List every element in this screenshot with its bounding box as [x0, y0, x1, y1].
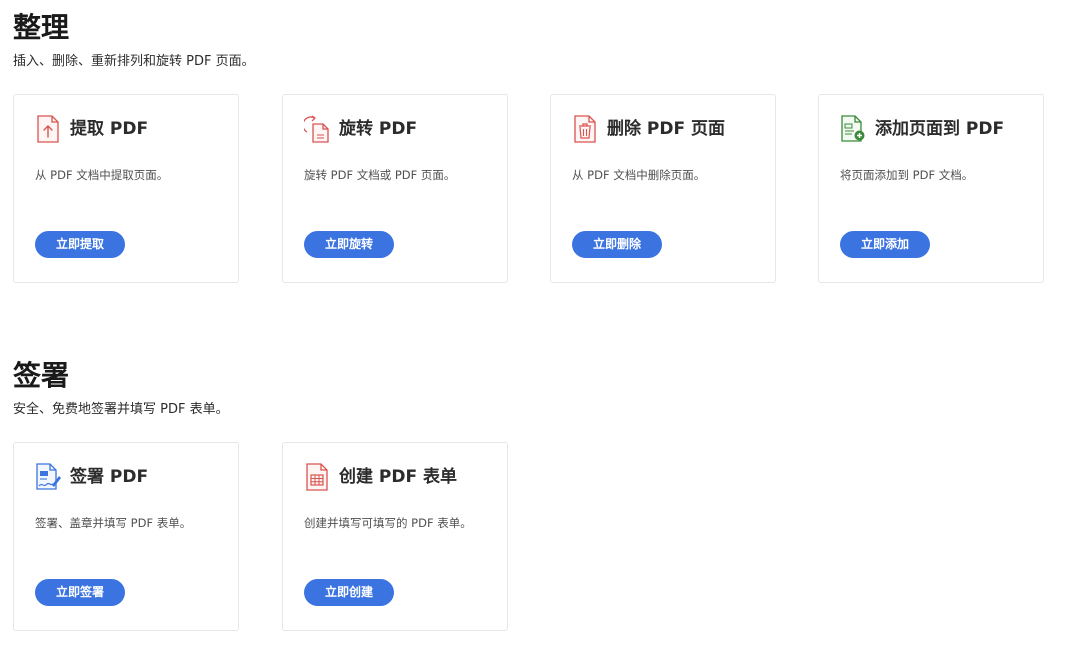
add-pages-icon — [840, 115, 866, 143]
extract-pdf-icon — [35, 115, 61, 143]
sign-pdf-icon — [35, 463, 61, 491]
organize-title: 整理 — [13, 11, 70, 44]
add-pages-card[interactable]: 添加页面到 PDF 将页面添加到 PDF 文档。 立即添加 — [818, 94, 1044, 283]
sign-description: 安全、免费地签署并填写 PDF 表单。 — [13, 402, 229, 417]
rotate-pdf-icon — [304, 115, 330, 143]
extract-pdf-title: 提取 PDF — [70, 119, 149, 139]
create-form-icon — [304, 463, 330, 491]
delete-pages-title: 删除 PDF 页面 — [607, 119, 726, 139]
extract-now-button[interactable]: 立即提取 — [35, 231, 125, 258]
delete-pages-description: 从 PDF 文档中删除页面。 — [572, 168, 706, 182]
delete-pages-icon — [572, 115, 598, 143]
rotate-pdf-card[interactable]: 旋转 PDF 旋转 PDF 文档或 PDF 页面。 立即旋转 — [282, 94, 508, 283]
add-pages-description: 将页面添加到 PDF 文档。 — [840, 168, 974, 182]
sign-title: 签署 — [13, 359, 70, 392]
create-form-description: 创建并填写可填写的 PDF 表单。 — [304, 516, 472, 530]
add-pages-title: 添加页面到 PDF — [875, 119, 1005, 139]
create-form-title: 创建 PDF 表单 — [339, 467, 458, 487]
delete-pages-card[interactable]: 删除 PDF 页面 从 PDF 文档中删除页面。 立即删除 — [550, 94, 776, 283]
sign-now-button[interactable]: 立即签署 — [35, 579, 125, 606]
delete-now-button[interactable]: 立即删除 — [572, 231, 662, 258]
create-form-card[interactable]: 创建 PDF 表单 创建并填写可填写的 PDF 表单。 立即创建 — [282, 442, 508, 631]
rotate-pdf-description: 旋转 PDF 文档或 PDF 页面。 — [304, 168, 456, 182]
extract-pdf-card[interactable]: 提取 PDF 从 PDF 文档中提取页面。 立即提取 — [13, 94, 239, 283]
organize-description: 插入、删除、重新排列和旋转 PDF 页面。 — [13, 54, 255, 69]
sign-pdf-description: 签署、盖章并填写 PDF 表单。 — [35, 516, 192, 530]
rotate-now-button[interactable]: 立即旋转 — [304, 231, 394, 258]
rotate-pdf-title: 旋转 PDF — [339, 119, 418, 139]
create-now-button[interactable]: 立即创建 — [304, 579, 394, 606]
add-now-button[interactable]: 立即添加 — [840, 231, 930, 258]
sign-pdf-card[interactable]: 签署 PDF 签署、盖章并填写 PDF 表单。 立即签署 — [13, 442, 239, 631]
extract-pdf-description: 从 PDF 文档中提取页面。 — [35, 168, 169, 182]
sign-pdf-title: 签署 PDF — [70, 467, 149, 487]
